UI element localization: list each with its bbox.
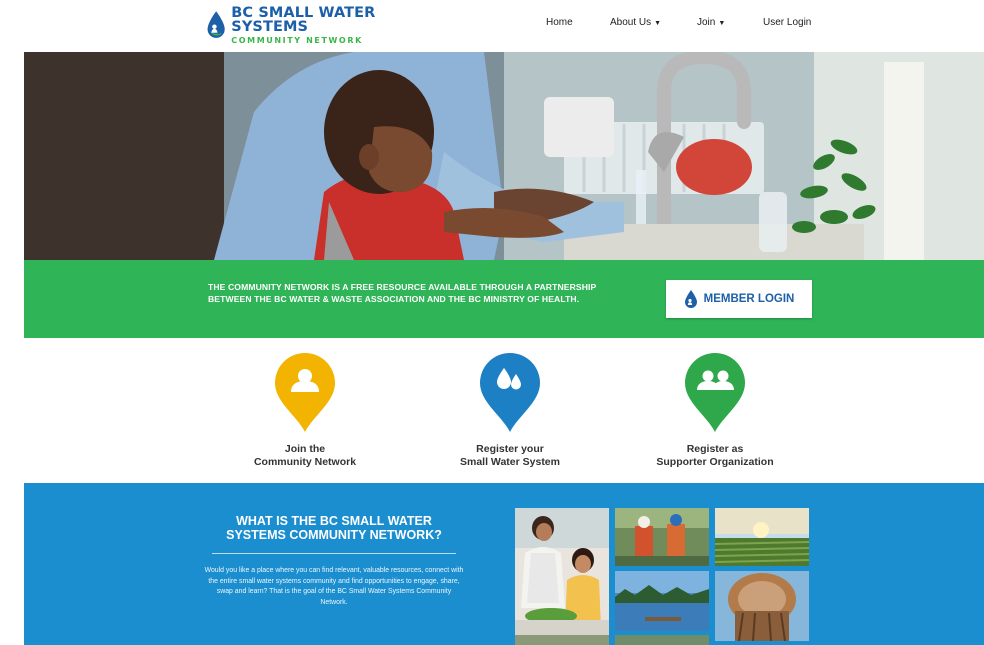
member-login-label: MEMBER LOGIN [703,293,795,305]
register-supporter-caption[interactable]: Register as Supporter Organization [615,443,815,469]
register-system-caption[interactable]: Register your Small Water System [410,443,610,469]
nav-about-us-label: About Us [610,17,652,28]
workers-photo [615,508,709,566]
caret-down-icon: ▼ [718,20,726,27]
nav-home[interactable]: Home [546,17,573,28]
lake-photo [615,571,709,631]
partnership-text-line1: THE COMMUNITY NETWORK IS A FREE RESOURCE… [208,282,597,292]
register-supporter-line2: Supporter Organization [656,456,774,468]
photo-partial-1 [515,635,609,645]
register-system-pin[interactable] [478,352,542,434]
main-nav: Home About Us ▼ Join ▼ User Login [0,17,984,33]
partnership-text: THE COMMUNITY NETWORK IS A FREE RESOURCE… [208,281,668,305]
hand-washing-photo [24,52,984,260]
site-header: BC SMALL WATER SYSTEMS COMMUNITY NETWORK… [0,0,984,52]
farm-field-photo [715,508,809,566]
join-caption-line1: Join the [284,443,326,455]
about-section: WHAT IS THE BC SMALL WATER SYSTEMS COMMU… [24,483,984,645]
nav-join[interactable]: Join ▼ [697,17,725,28]
family-cooking-photo [515,508,609,638]
member-login-button[interactable]: MEMBER LOGIN [666,280,812,318]
nav-user-login-label: User Login [763,17,812,28]
join-community-pin[interactable] [273,352,337,434]
nav-user-login[interactable]: User Login [763,17,811,28]
join-community-caption[interactable]: Join the Community Network [205,443,405,469]
about-title-line1: WHAT IS THE BC SMALL WATER [236,514,432,528]
register-supporter-pin[interactable] [683,352,747,434]
partnership-text-line2: BETWEEN THE BC WATER & WASTE ASSOCIATION… [208,294,580,304]
about-title-line2: SYSTEMS COMMUNITY NETWORK? [226,528,442,542]
logo-subtitle: COMMUNITY NETWORK [231,35,363,45]
photo-partial-2 [615,635,709,645]
about-title: WHAT IS THE BC SMALL WATER SYSTEMS COMMU… [204,514,464,542]
about-description: Would you like a place where you can fin… [204,567,464,606]
partnership-banner: THE COMMUNITY NETWORK IS A FREE RESOURCE… [24,260,984,338]
caret-down-icon: ▼ [654,20,662,27]
hero-image [24,52,984,260]
register-system-line1: Register your [476,443,544,455]
join-caption-line2: Community Network [253,456,357,468]
nav-home-label: Home [546,17,573,28]
divider [212,553,456,554]
nav-about-us[interactable]: About Us ▼ [610,17,661,28]
register-system-line2: Small Water System [460,456,560,468]
water-drop-icon [684,289,697,308]
water-tower-photo [715,571,809,641]
register-supporter-line1: Register as [686,443,744,455]
nav-join-label: Join [697,17,716,28]
